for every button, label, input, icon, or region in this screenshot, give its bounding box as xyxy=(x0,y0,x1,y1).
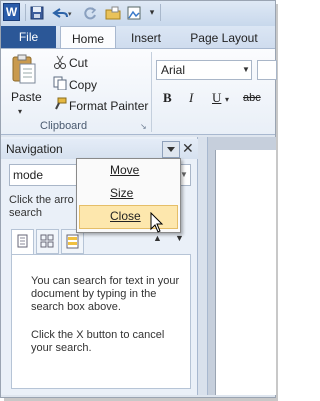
save-icon[interactable] xyxy=(29,3,45,22)
dialog-launcher-icon[interactable]: ↘ xyxy=(140,122,147,131)
tab-home[interactable]: Home xyxy=(60,26,116,49)
cut-icon xyxy=(53,55,67,72)
document-outline-icon xyxy=(17,234,28,248)
format-painter-button[interactable]: Format Painter xyxy=(69,99,148,113)
customize-toolbar-icon[interactable]: ▾ xyxy=(146,3,158,22)
font-family-select[interactable]: Arial xyxy=(156,60,252,80)
menu-item-close[interactable]: Close xyxy=(110,209,141,223)
tab-page-layout[interactable]: Page Layout xyxy=(184,26,264,48)
strikethrough-button[interactable]: abc xyxy=(243,92,261,104)
image-icon[interactable] xyxy=(126,3,142,22)
italic-button[interactable]: I xyxy=(189,90,193,106)
copy-button[interactable]: Copy xyxy=(69,78,97,92)
word-app-icon[interactable]: W xyxy=(3,3,20,21)
close-pane-button[interactable]: ✕ xyxy=(182,140,194,157)
cut-button[interactable]: Cut xyxy=(69,56,88,70)
paste-icon[interactable] xyxy=(11,53,37,88)
mouse-cursor-icon xyxy=(150,211,164,237)
menu-item-size[interactable]: Size xyxy=(110,186,133,200)
underline-dropdown-icon[interactable]: ▾ xyxy=(225,95,229,104)
chevron-down-icon[interactable]: ▼ xyxy=(241,61,251,79)
ribbon-group-separator xyxy=(151,52,152,132)
open-folder-icon[interactable] xyxy=(104,3,122,22)
copy-icon xyxy=(53,76,67,93)
next-result-icon[interactable]: ▼ xyxy=(175,233,184,243)
redo-icon[interactable] xyxy=(82,3,98,22)
tab-pages[interactable] xyxy=(36,229,59,254)
svg-text:▾: ▾ xyxy=(68,10,72,18)
pane-options-button[interactable] xyxy=(162,141,180,158)
navigation-pane-title: Navigation xyxy=(6,142,63,156)
tab-headings[interactable] xyxy=(11,229,34,256)
results-message: You can search for text in your document… xyxy=(31,275,180,313)
clipboard-group-label: Clipboard xyxy=(40,120,88,132)
search-results-icon xyxy=(66,234,79,249)
undo-icon[interactable]: ▾ xyxy=(50,3,74,22)
thumbnails-icon xyxy=(40,234,54,248)
tab-insert[interactable]: Insert xyxy=(123,26,169,48)
menu-item-move[interactable]: Move xyxy=(110,163,139,177)
vertical-ruler xyxy=(198,137,208,395)
paste-dropdown-icon[interactable]: ▾ xyxy=(18,107,22,116)
paste-button[interactable]: Paste xyxy=(11,90,42,104)
toolbar-separator xyxy=(25,4,26,21)
format-painter-icon xyxy=(53,97,67,114)
toolbar-separator xyxy=(160,4,161,21)
font-size-select[interactable] xyxy=(257,60,277,80)
triangle-down-icon xyxy=(167,147,175,152)
bold-button[interactable]: B xyxy=(163,90,172,106)
results-cancel-message: Click the X button to cancel your search… xyxy=(31,329,165,354)
document-page[interactable] xyxy=(215,150,276,395)
tab-file[interactable]: File xyxy=(1,26,56,48)
underline-button[interactable]: U xyxy=(212,90,221,106)
